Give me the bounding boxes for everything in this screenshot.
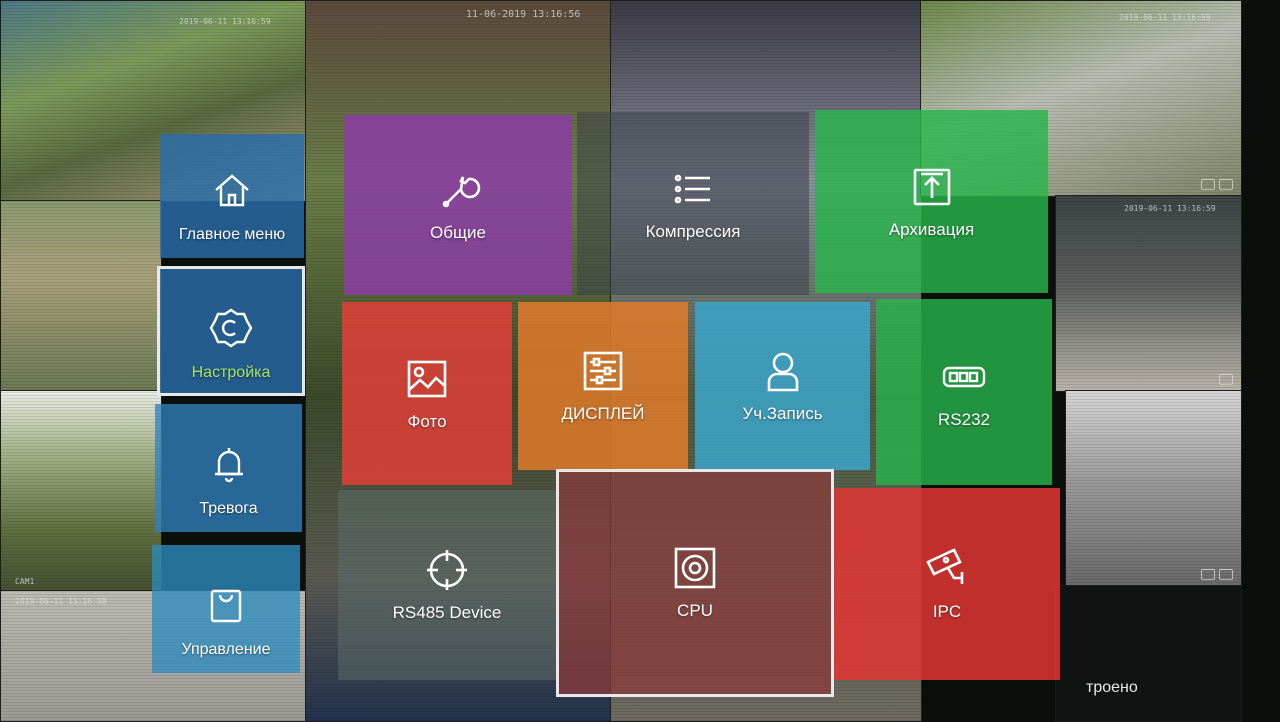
tile-label: Общие <box>430 223 486 242</box>
upload-box-icon <box>913 168 950 205</box>
sidebar-item-label: Настройка <box>191 364 271 381</box>
tile-archive[interactable]: Архивация <box>815 110 1048 293</box>
sidebar-item-main-menu[interactable]: Главное меню <box>160 134 304 258</box>
camera-view-2 <box>0 200 162 392</box>
tile-ipc[interactable]: IPC <box>834 488 1060 680</box>
tile-label: IPC <box>932 602 962 621</box>
tile-label: CPU <box>677 601 713 620</box>
camera-view-3: CAM1 <box>0 390 162 592</box>
sidebar-item-settings[interactable]: Настройка <box>157 266 305 396</box>
camera-view-8: 2019-06-11 13:16:59 <box>1055 195 1242 392</box>
crosshair-icon <box>427 550 467 590</box>
wrench-icon <box>442 176 481 208</box>
tile-user-account[interactable]: Уч.Запись <box>695 302 870 470</box>
rs232-port-icon <box>942 366 986 388</box>
tile-general[interactable]: Общие <box>344 115 572 295</box>
tile-label: Компрессия <box>645 221 741 241</box>
tile-label: RS232 <box>938 410 990 429</box>
tile-compression[interactable]: Компрессия <box>577 112 809 295</box>
cam-timestamp: 2019-06-11 13:16:59 <box>179 17 271 26</box>
cam-timestamp: 2019-06-11 13:16:58 <box>15 597 107 606</box>
camera-icon <box>926 548 964 584</box>
home-icon <box>215 174 249 207</box>
cam-status-icons <box>1201 179 1233 190</box>
sidebar-item-label: Управление <box>181 641 271 658</box>
tile-label: Фото <box>407 411 447 431</box>
camera-view-9 <box>1065 390 1242 587</box>
tile-label: Уч.Запись <box>742 404 823 423</box>
sidebar-item-label: Главное меню <box>178 226 286 243</box>
tile-label: ДИСПЛЕЙ <box>561 404 645 423</box>
sidebar-item-alarm[interactable]: Тревога <box>155 404 302 532</box>
image-icon <box>407 360 447 397</box>
user-icon <box>767 352 798 392</box>
cam-timestamp: 2019-06-11 13:16:59 <box>1124 204 1216 213</box>
settings-gear-icon <box>209 308 253 348</box>
tile-rs232[interactable]: RS232 <box>876 299 1052 485</box>
disk-icon <box>674 547 716 589</box>
tile-label: RS485 Device <box>392 603 502 622</box>
tile-label: Архивация <box>888 219 975 239</box>
cam-status-icons <box>1201 569 1233 580</box>
tile-cpu[interactable]: CPU <box>556 469 834 697</box>
list-icon <box>674 174 710 203</box>
tile-display[interactable]: ДИСПЛЕЙ <box>518 302 688 470</box>
cam-name: CAM1 <box>15 577 35 586</box>
tile-rs485-device[interactable]: RS485 Device <box>338 490 556 680</box>
footer-status-text: троено <box>1086 679 1138 696</box>
cam-header: 11-06-2019 13:16:56 <box>466 9 581 20</box>
cam-timestamp: 2019-06-11 13:16:59 <box>1119 13 1211 22</box>
sliders-icon <box>583 351 623 391</box>
sidebar-item-label: Тревога <box>199 500 258 517</box>
sidebar-item-management[interactable]: Управление <box>152 545 300 673</box>
camera-view-empty <box>1055 585 1242 722</box>
bell-icon <box>214 448 243 483</box>
cam-status-icons <box>1219 374 1233 385</box>
tile-photo[interactable]: Фото <box>342 302 512 485</box>
bag-icon <box>210 589 242 623</box>
